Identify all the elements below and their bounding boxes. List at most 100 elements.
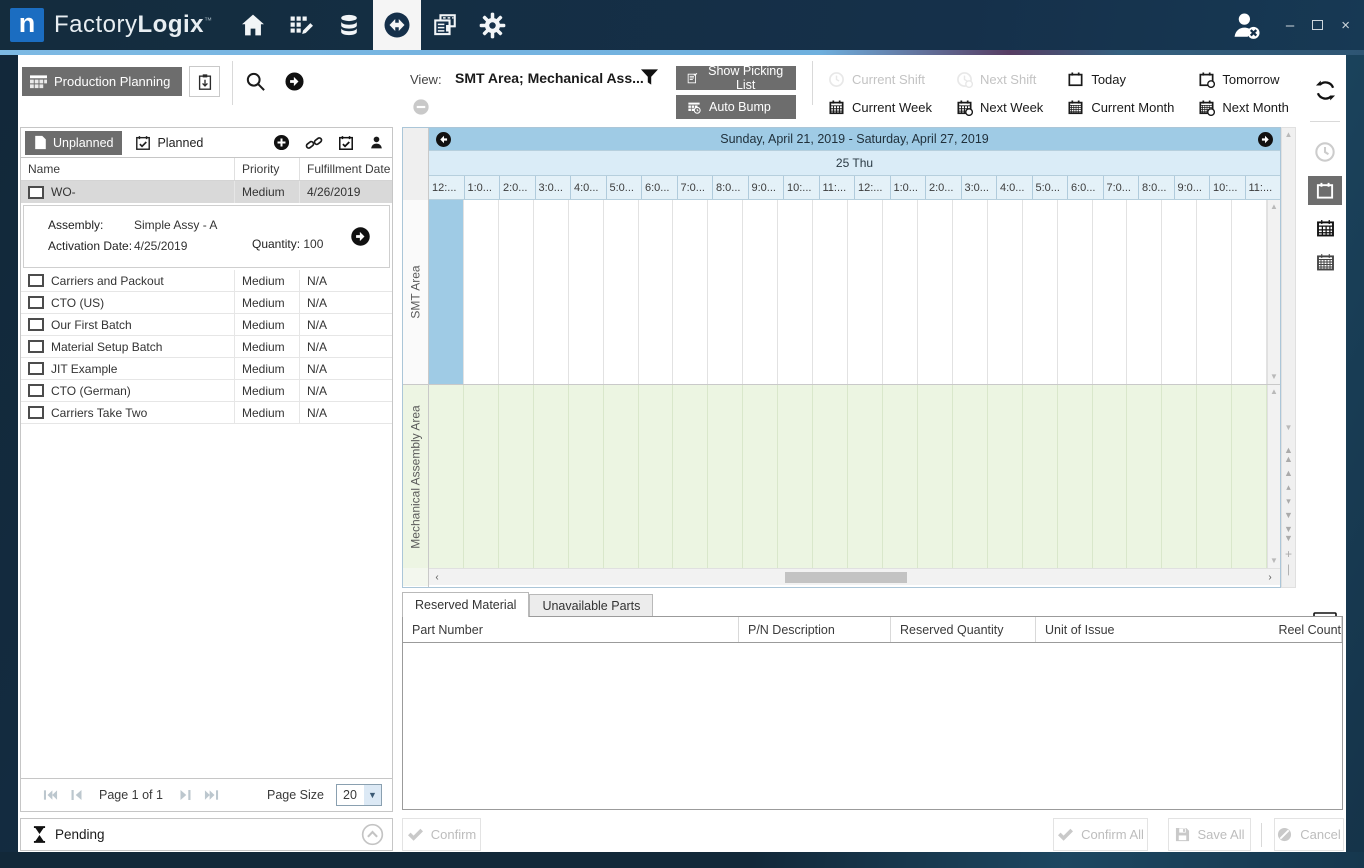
table-column-header[interactable]: Part Number <box>403 617 739 642</box>
previous-week-icon[interactable] <box>435 131 452 148</box>
time-column-header[interactable]: 10:... <box>1210 176 1246 199</box>
table-column-header[interactable]: Unit of Issue <box>1036 617 1269 642</box>
schedule-cell[interactable] <box>464 385 499 568</box>
zoom-in-icon[interactable]: + <box>1285 548 1292 560</box>
time-column-header[interactable]: 5:0... <box>607 176 643 199</box>
tab-reserved-material[interactable]: Reserved Material <box>402 592 529 617</box>
pending-bar[interactable]: Pending <box>20 818 393 851</box>
row-checkbox[interactable] <box>28 384 44 397</box>
schedule-cell[interactable] <box>988 200 1023 384</box>
schedule-cell[interactable] <box>988 385 1023 568</box>
schedule-cell[interactable] <box>1058 200 1093 384</box>
maximize-button[interactable] <box>1312 20 1323 30</box>
next-week-button[interactable]: Next Week <box>956 94 1043 120</box>
schedule-cell[interactable] <box>1058 385 1093 568</box>
next-week-icon[interactable] <box>1257 131 1274 148</box>
schedule-cell[interactable] <box>569 200 604 384</box>
close-button[interactable]: × <box>1341 18 1350 33</box>
next-page-icon[interactable] <box>179 789 192 801</box>
time-column-header[interactable]: 11:... <box>820 176 856 199</box>
row-checkbox[interactable] <box>28 296 44 309</box>
schedule-cell[interactable] <box>778 200 813 384</box>
schedule-cell[interactable] <box>604 200 639 384</box>
schedule-cell[interactable] <box>883 200 918 384</box>
schedule-check-icon[interactable] <box>338 135 354 151</box>
remove-view-icon[interactable] <box>412 98 430 116</box>
reports-icon[interactable] <box>421 0 469 50</box>
column-priority[interactable]: Priority <box>234 158 299 180</box>
schedule-cell[interactable] <box>429 385 464 568</box>
search-icon[interactable] <box>245 71 266 92</box>
schedule-cell[interactable] <box>813 200 848 384</box>
save-all-button[interactable]: Save All <box>1168 818 1251 851</box>
column-name[interactable]: Name <box>21 158 234 180</box>
day-view-icon[interactable] <box>1308 176 1342 205</box>
step-up-icon[interactable]: ▴ <box>1286 483 1291 492</box>
schedule-cell[interactable] <box>569 385 604 568</box>
schedule-work-order-icon[interactable] <box>350 226 371 247</box>
confirm-button[interactable]: Confirm <box>402 818 481 851</box>
show-picking-list-button[interactable]: Show Picking List <box>676 66 796 90</box>
schedule-cell[interactable] <box>499 200 534 384</box>
go-to-icon[interactable] <box>284 71 305 92</box>
view-value[interactable]: SMT Area; Mechanical Ass... <box>455 70 644 86</box>
schedule-cell[interactable] <box>953 385 988 568</box>
schedule-cell[interactable] <box>1162 200 1197 384</box>
next-month-button[interactable]: Next Month <box>1198 94 1288 120</box>
work-order-row-selected[interactable]: WO- Medium 4/26/2019 <box>21 181 392 203</box>
schedule-cell[interactable] <box>743 385 778 568</box>
schedule-cell[interactable] <box>743 200 778 384</box>
home-icon[interactable] <box>229 0 277 50</box>
time-column-header[interactable]: 4:0... <box>997 176 1033 199</box>
zoom-slider-icon[interactable]: ∣ <box>1286 565 1292 576</box>
schedule-cell[interactable] <box>813 385 848 568</box>
schedule-cell[interactable] <box>1127 385 1162 568</box>
schedule-cell[interactable] <box>429 200 464 384</box>
first-page-icon[interactable] <box>43 789 58 801</box>
Our First Batch[interactable]: Our First Batch Medium N/A <box>21 314 392 336</box>
time-column-header[interactable]: 8:0... <box>1139 176 1175 199</box>
JIT Example[interactable]: JIT Example Medium N/A <box>21 358 392 380</box>
time-column-header[interactable]: 5:0... <box>1033 176 1069 199</box>
current-month-button[interactable]: Current Month <box>1067 94 1174 120</box>
time-column-header[interactable]: 3:0... <box>536 176 572 199</box>
tab-planned[interactable]: Planned <box>126 131 212 155</box>
row-checkbox[interactable] <box>28 406 44 419</box>
next-shift-button[interactable]: Next Shift <box>956 66 1043 92</box>
step-down-icon[interactable]: ▾ <box>1286 497 1291 506</box>
time-column-header[interactable]: 2:0... <box>926 176 962 199</box>
scroll-bottom-icon[interactable]: ▼▼ <box>1284 525 1293 543</box>
month-view-icon[interactable] <box>1315 252 1336 272</box>
schedule-cell[interactable] <box>953 200 988 384</box>
time-column-header[interactable]: 6:0... <box>1068 176 1104 199</box>
vertical-scrollbar[interactable]: ▲ ▼ ▲▲ ▲ ▴ ▾ ▼ ▼▼ + ∣ <box>1281 127 1296 588</box>
schedule-cell[interactable] <box>883 385 918 568</box>
scroll-top-icon[interactable]: ▲▲ <box>1284 446 1293 464</box>
schedule-cell[interactable] <box>464 200 499 384</box>
filter-icon[interactable] <box>640 68 659 86</box>
schedule-cell[interactable] <box>708 200 743 384</box>
current-week-button[interactable]: Current Week <box>828 94 932 120</box>
time-column-header[interactable]: 2:0... <box>500 176 536 199</box>
cancel-button[interactable]: Cancel <box>1274 818 1344 851</box>
materials-icon[interactable] <box>325 0 373 50</box>
schedule-cell[interactable] <box>1127 200 1162 384</box>
schedule-cell[interactable] <box>1232 200 1267 384</box>
add-icon[interactable] <box>273 134 290 151</box>
expand-pending-icon[interactable] <box>361 823 384 846</box>
schedule-cell[interactable] <box>1023 200 1058 384</box>
schedule-cell[interactable] <box>1232 385 1267 568</box>
time-column-header[interactable]: 4:0... <box>571 176 607 199</box>
schedule-cell[interactable] <box>708 385 743 568</box>
schedule-cell[interactable] <box>534 385 569 568</box>
horizontal-scrollbar[interactable]: ‹ › <box>429 568 1280 585</box>
area-scrollbar[interactable]: ▲▼ <box>1267 385 1280 568</box>
scrollbar-thumb[interactable] <box>785 572 907 583</box>
schedule-cell[interactable] <box>1197 200 1232 384</box>
schedule-cell[interactable] <box>604 385 639 568</box>
production-definitions-icon[interactable] <box>277 0 325 50</box>
schedule-cell[interactable] <box>918 200 953 384</box>
schedule-cell[interactable] <box>1197 385 1232 568</box>
time-column-header[interactable]: 1:0... <box>891 176 927 199</box>
Material Setup Batch[interactable]: Material Setup Batch Medium N/A <box>21 336 392 358</box>
